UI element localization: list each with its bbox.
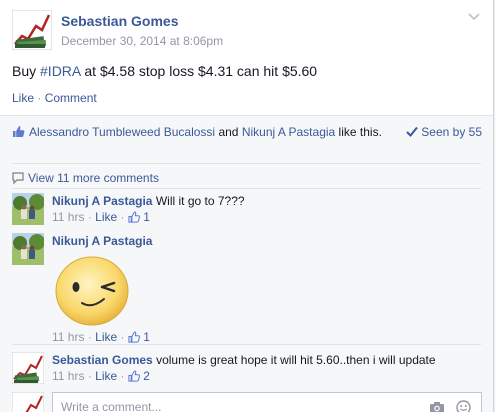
divider (12, 344, 481, 345)
divider (12, 163, 481, 164)
comment-like-count[interactable]: 1 (143, 330, 150, 344)
likes-summary: Alessandro Tumbleweed Bucalossi and Niku… (12, 124, 482, 140)
comment-author[interactable]: Nikunj A Pastagia (52, 194, 152, 208)
commenter-avatar[interactable] (12, 233, 44, 265)
comment-body: Nikunj A Pastagia Will it go to 7??? 11 … (52, 193, 482, 225)
emoticon-icon[interactable] (456, 400, 471, 412)
hashtag-link[interactable]: #IDRA (40, 63, 80, 79)
comment-author[interactable]: Sebastian Gomes (52, 353, 153, 367)
likes-suffix: like this. (335, 125, 382, 139)
view-more-label: View 11 more comments (28, 171, 159, 185)
post-text: Buy #IDRA at $4.58 stop loss $4.31 can h… (12, 63, 317, 79)
comment-time[interactable]: 11 hrs (52, 330, 84, 344)
author-avatar[interactable] (12, 10, 52, 50)
separator: · (120, 210, 125, 224)
thumbs-up-icon (13, 126, 25, 137)
commenter-avatar[interactable] (12, 352, 44, 384)
likes-joiner: and (215, 125, 242, 139)
post-timestamp[interactable]: December 30, 2014 at 8:06pm (61, 34, 223, 48)
comment-body: Nikunj A Pastagia 11 hrs · Like · 1 (52, 233, 482, 353)
liker-2[interactable]: Nikunj A Pastagia (242, 125, 335, 139)
separator: · (120, 330, 125, 344)
comment-text: Will it go to 7??? (155, 194, 245, 208)
separator: · (87, 330, 92, 344)
current-user-avatar (12, 392, 44, 412)
post-text-suffix: at $4.58 stop loss $4.31 can hit $5.60 (80, 63, 318, 79)
separator: · (120, 369, 125, 383)
comment-like-link[interactable]: Like (95, 369, 117, 383)
post-author[interactable]: Sebastian Gomes (61, 13, 179, 29)
separator: · (87, 210, 92, 224)
comment-composer (52, 392, 482, 412)
comment-meta: 11 hrs · Like · 1 (52, 209, 482, 225)
view-more-comments[interactable]: View 11 more comments (12, 171, 159, 185)
separator: · (37, 91, 42, 105)
separator: · (87, 369, 92, 383)
like-link[interactable]: Like (12, 91, 34, 105)
post-text-prefix: Buy (12, 63, 41, 79)
camera-icon[interactable] (429, 401, 445, 412)
checkmark-icon (406, 126, 419, 137)
wink-sticker-icon[interactable] (52, 253, 132, 329)
thumbs-up-icon (128, 370, 140, 382)
comment-like-count[interactable]: 2 (143, 369, 150, 383)
comment-body: Sebastian Gomes volume is great hope it … (52, 352, 482, 384)
thumbs-up-icon (128, 211, 140, 223)
comment-bubble-icon (12, 172, 24, 185)
thumbs-up-icon (128, 331, 140, 343)
comment-meta: 11 hrs · Like · 1 (52, 329, 252, 345)
comment-author[interactable]: Nikunj A Pastagia (52, 234, 152, 248)
comment-like-link[interactable]: Like (95, 330, 117, 344)
feedback-section: Alessandro Tumbleweed Bucalossi and Niku… (0, 115, 493, 412)
comment-time[interactable]: 11 hrs (52, 210, 84, 224)
comment-like-count[interactable]: 1 (143, 210, 150, 224)
commenter-avatar[interactable] (12, 193, 44, 225)
seen-by-label: Seen by 55 (421, 125, 482, 139)
liker-1[interactable]: Alessandro Tumbleweed Bucalossi (29, 125, 215, 139)
comment-link[interactable]: Comment (45, 91, 97, 105)
post-card: Sebastian Gomes December 30, 2014 at 8:0… (0, 0, 494, 412)
comment-meta: 11 hrs · Like · 2 (52, 368, 482, 384)
divider (12, 188, 481, 189)
chevron-down-icon[interactable] (467, 10, 481, 24)
comment-input[interactable] (59, 399, 423, 412)
comment-text: volume is great hope it will hit 5.60..t… (156, 353, 436, 367)
comment-like-link[interactable]: Like (95, 210, 117, 224)
post-actions: Like · Comment (12, 91, 97, 105)
comment-time[interactable]: 11 hrs (52, 369, 84, 383)
seen-by[interactable]: Seen by 55 (406, 124, 482, 140)
